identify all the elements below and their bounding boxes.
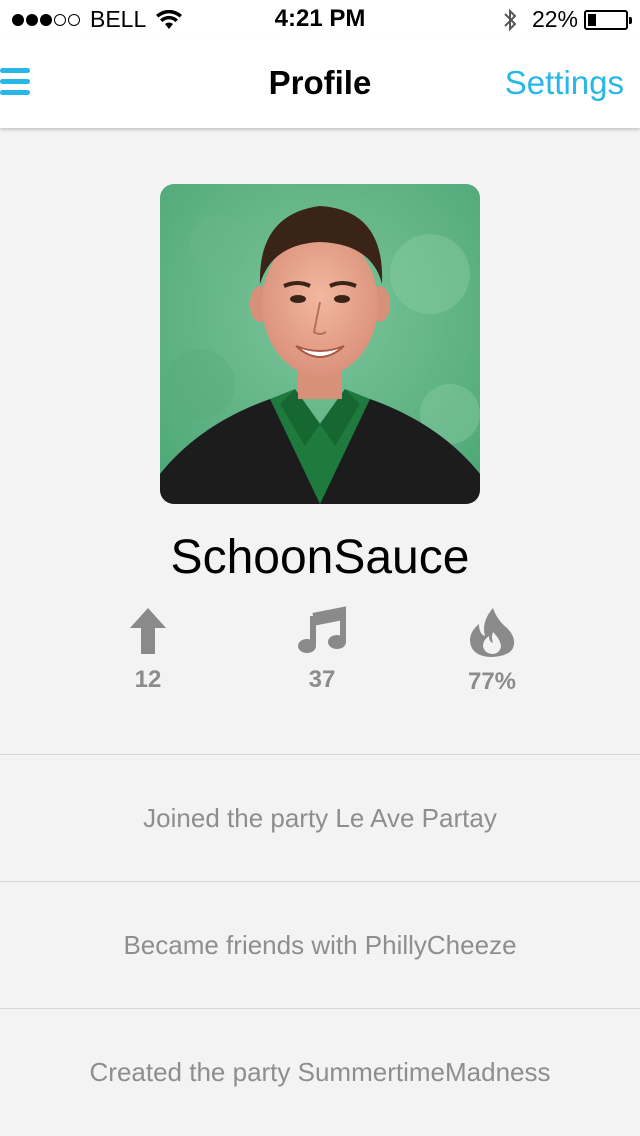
stat-hotness: 77%: [432, 606, 552, 696]
stat-upvotes: 12: [88, 606, 208, 694]
arrow-up-icon: [130, 608, 166, 654]
activity-item-text: Joined the party Le Ave Partay: [143, 802, 497, 833]
avatar: [160, 184, 480, 504]
stat-songs-value: 37: [308, 666, 336, 693]
battery-percent: 22%: [531, 6, 578, 32]
activity-item[interactable]: Joined the party Le Ave Partay: [0, 754, 640, 881]
battery-icon: [584, 9, 632, 30]
activity-item-text: Became friends with PhillyCheeze: [123, 929, 517, 960]
activity-item-text: Created the party SummertimeMadness: [89, 1056, 551, 1087]
username: SchoonSauce: [170, 531, 470, 584]
profile-photo: [160, 184, 480, 504]
settings-button[interactable]: Settings: [505, 64, 624, 102]
status-bar: BELL 4:21 PM 22%: [0, 0, 640, 40]
battery-level-fill: [588, 13, 596, 26]
music-note-icon: [298, 606, 346, 653]
activity-feed: Joined the party Le Ave Partay Became fr…: [0, 754, 640, 1135]
bluetooth-icon: [504, 8, 517, 31]
stat-hotness-value: 77%: [467, 668, 517, 695]
status-right: 22%: [502, 6, 632, 33]
stat-songs: 37: [262, 606, 382, 694]
nav-bar: Profile Settings: [0, 40, 640, 128]
activity-item[interactable]: Created the party SummertimeMadness: [0, 1008, 640, 1135]
activity-item[interactable]: Became friends with PhillyCheeze: [0, 881, 640, 1008]
flame-icon: [470, 608, 515, 657]
stat-upvotes-value: 12: [134, 666, 162, 693]
